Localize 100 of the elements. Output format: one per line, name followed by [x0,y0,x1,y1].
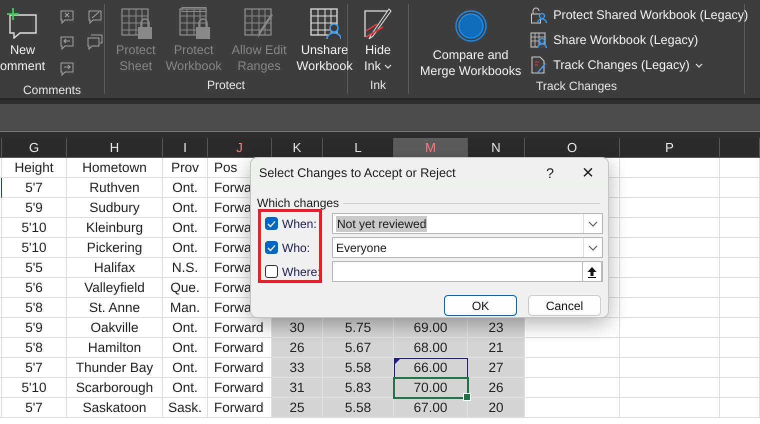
table-cell[interactable]: Kleinburg [67,218,163,238]
column-header[interactable]: H [67,138,163,158]
track-changes-icon [530,56,548,74]
table-cell[interactable]: 5'10 [2,378,67,398]
formula-bar[interactable] [0,104,760,132]
table-cell[interactable]: 33 [272,358,323,378]
table-cell[interactable]: 5.83 [323,378,394,398]
ribbon-button[interactable]: Unshare Workbook [294,4,356,74]
table-cell[interactable]: Prov [163,158,208,178]
table-cell[interactable]: Que. [163,278,208,298]
table-cell[interactable]: 5.75 [323,318,394,338]
column-header[interactable]: J [208,138,272,158]
table-cell[interactable]: N.S. [163,258,208,278]
table-cell[interactable]: 69.00 [394,318,468,338]
table-cell[interactable]: Ont. [163,218,208,238]
comment-icon [87,8,104,24]
input-field[interactable] [332,261,603,282]
table-cell[interactable]: 5'8 [2,298,67,318]
table-cell[interactable]: 5'5 [2,258,67,278]
table-cell[interactable]: 5'7 [2,178,67,198]
table-cell[interactable]: 25 [272,398,323,418]
table-cell[interactable]: 21 [468,338,525,358]
dropdown-field[interactable]: Not yet reviewed [332,213,603,234]
column-header[interactable]: N [468,138,525,158]
table-cell[interactable]: Halifax [67,258,163,278]
ribbon-button[interactable]: New omment [0,4,48,74]
dropdown-field[interactable]: Everyone [332,237,603,258]
table-cell[interactable]: Hometown [67,158,163,178]
table-cell[interactable]: 20 [468,398,525,418]
table-cell[interactable]: 5'7 [2,398,67,418]
table-cell[interactable]: 5'8 [2,338,67,358]
comment-icon [59,34,76,50]
compare-icon [454,10,487,42]
table-cell[interactable]: 27 [468,358,525,378]
collapse-button[interactable] [582,261,602,282]
table-cell[interactable]: Saskatoon [67,398,163,418]
table-cell[interactable]: 23 [468,318,525,338]
table-cell[interactable]: Sudbury [67,198,163,218]
ribbon-button[interactable]: Track Changes (Legacy) [530,55,748,75]
checkbox[interactable] [265,217,278,230]
table-cell[interactable]: Ont. [163,238,208,258]
table-cell[interactable]: 67.00 [394,398,468,418]
table-cell[interactable]: Scarborough [67,378,163,398]
column-header[interactable]: K [272,138,323,158]
table-cell[interactable]: Ont. [163,378,208,398]
ribbon-button[interactable]: Hide Ink [360,4,396,74]
table-cell[interactable]: Hamilton [67,338,163,358]
column-header[interactable]: I [163,138,208,158]
checkbox-label: When: [282,216,317,230]
table-cell[interactable]: Ont. [163,178,208,198]
table-cell[interactable]: 5.58 [323,398,394,418]
ribbon-button[interactable]: Compare and Merge Workbooks [417,4,524,79]
cancel-button[interactable]: Cancel [528,295,601,316]
close-button[interactable]: × [568,162,608,184]
table-cell[interactable]: Man. [163,298,208,318]
table-cell[interactable]: Ont. [163,318,208,338]
table-cell[interactable]: Ont. [163,358,208,378]
fill-handle[interactable] [463,393,471,401]
table-cell[interactable]: 5'10 [2,218,67,238]
group-label: Track Changes [536,79,617,95]
table-cell[interactable]: 30 [272,318,323,338]
comment-icon [59,8,76,24]
checkbox-label: Where: [282,264,321,278]
table-cell[interactable]: Ont. [163,338,208,358]
table-cell[interactable]: 31 [272,378,323,398]
table-cell[interactable]: Ruthven [67,178,163,198]
change-marker [394,358,401,365]
table-cell[interactable]: St. Anne [67,298,163,318]
column-header[interactable]: P [620,138,720,158]
table-cell[interactable]: 68.00 [394,338,468,358]
ok-button[interactable]: OK [444,295,517,316]
table-cell[interactable]: 66.00 [394,358,468,378]
column-header[interactable]: G [2,138,67,158]
table-cell[interactable]: Thunder Bay [67,358,163,378]
ribbon-button[interactable]: Protect Shared Workbook (Legacy) [530,5,748,25]
table-cell[interactable]: 5.58 [323,358,394,378]
ribbon-button[interactable]: Share Workbook (Legacy) [530,30,748,50]
table-cell[interactable]: Sask. [163,398,208,418]
column-header[interactable]: O [525,138,620,158]
help-button[interactable]: ? [532,165,568,181]
column-header[interactable] [720,138,760,158]
table-cell[interactable]: 5'6 [2,278,67,298]
table-cell[interactable]: Valleyfield [67,278,163,298]
table-cell[interactable]: Oakville [67,318,163,338]
table-cell[interactable]: 5'10 [2,238,67,258]
column-header[interactable]: L [323,138,394,158]
locked-workbook-icon [178,7,210,39]
table-cell[interactable]: Height [2,158,67,178]
checkbox[interactable] [265,265,278,278]
table-cell[interactable]: 26 [272,338,323,358]
checkbox[interactable] [265,241,278,254]
table-cell[interactable]: 5'7 [2,358,67,378]
table-cell[interactable]: 5.67 [323,338,394,358]
chevron-down-icon [588,220,598,226]
table-cell[interactable]: Pickering [67,238,163,258]
table-cell[interactable]: Ont. [163,198,208,218]
table-cell[interactable]: 5'9 [2,198,67,218]
table-cell[interactable]: 5'9 [2,318,67,338]
table-cell[interactable]: 26 [468,378,525,398]
table-cell[interactable]: 70.00 [394,378,468,398]
